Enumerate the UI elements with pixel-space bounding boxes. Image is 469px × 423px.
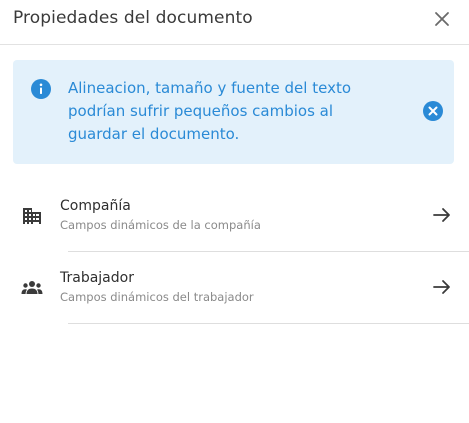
building-icon	[23, 208, 41, 224]
list-item-description: Campos dinámicos de la compañía	[60, 218, 261, 232]
alert-message: Alineacion, tamaño y fuente del texto po…	[68, 79, 352, 143]
close-button[interactable]	[431, 8, 453, 30]
people-icon	[21, 281, 43, 294]
close-icon	[435, 12, 449, 26]
dismiss-alert-button[interactable]	[423, 101, 443, 121]
arrow-right-icon	[433, 208, 450, 222]
arrow-right-icon	[433, 280, 450, 294]
divider	[68, 323, 469, 324]
dialog-title: Propiedades del documento	[13, 8, 253, 28]
list-item-compania[interactable]: Compañía Campos dinámicos de la compañía	[0, 180, 469, 252]
list-item-label: Trabajador	[60, 270, 134, 286]
dialog-header: Propiedades del documento	[0, 0, 469, 45]
close-circle-icon	[423, 101, 443, 121]
list-item-trabajador[interactable]: Trabajador Campos dinámicos del trabajad…	[0, 252, 469, 324]
list-item-description: Campos dinámicos del trabajador	[60, 290, 254, 304]
info-alert: Alineacion, tamaño y fuente del texto po…	[13, 60, 454, 164]
info-icon	[31, 79, 51, 99]
list-item-label: Compañía	[60, 198, 131, 214]
